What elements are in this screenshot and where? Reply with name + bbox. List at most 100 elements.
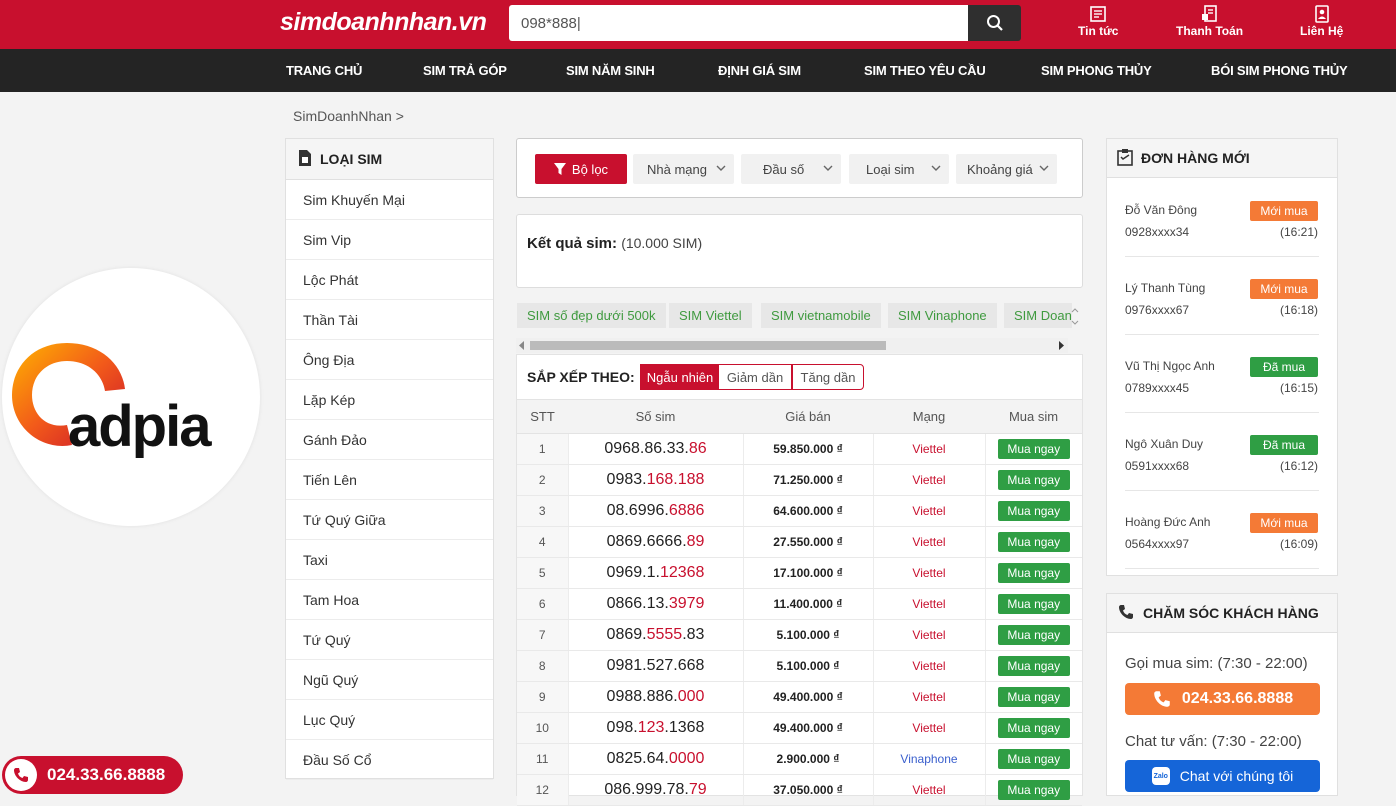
nav-item-birth-year[interactable]: SIM NĂM SINH — [566, 63, 655, 78]
order-item: Hoàng Đức Anh 0564xxxx97 Mới mua (16:09) — [1125, 501, 1319, 569]
buy-now-button[interactable]: Mua ngay — [997, 748, 1070, 769]
nav-item-home[interactable]: TRANG CHỦ — [286, 63, 362, 78]
quick-tag[interactable]: SIM Viettel — [669, 303, 752, 328]
order-status-badge: Mới mua — [1250, 513, 1318, 533]
floating-hotline-button[interactable]: 024.33.66.8888 — [2, 756, 183, 794]
buy-now-button[interactable]: Mua ngay — [997, 531, 1070, 552]
nav-item-installment[interactable]: SIM TRẢ GÓP — [423, 63, 507, 78]
row-stt: 7 — [517, 619, 569, 651]
header-link-news[interactable]: Tin tức — [1078, 4, 1118, 38]
chat-button[interactable]: Zalo Chat với chúng tôi — [1125, 760, 1320, 792]
breadcrumb[interactable]: SimDoanhNhan > — [293, 108, 404, 124]
sidebar-item[interactable]: Tiến Lên — [286, 460, 493, 500]
filter-network-label: Nhà mạng — [647, 161, 707, 177]
row-buy-cell: Mua ngay — [985, 557, 1082, 589]
buy-now-button[interactable]: Mua ngay — [997, 562, 1070, 583]
col-number: Số sim — [568, 400, 743, 434]
row-sim-number[interactable]: 0869.6666.89 — [568, 526, 744, 558]
row-stt: 4 — [517, 526, 569, 558]
phone-support-icon — [1117, 603, 1135, 624]
search-button[interactable] — [968, 5, 1021, 41]
buy-now-button[interactable]: Mua ngay — [997, 438, 1070, 459]
row-price: 27.550.000 ₫ — [743, 526, 874, 558]
row-network: Vinaphone — [873, 743, 986, 775]
sidebar-item[interactable]: Lục Quý — [286, 700, 493, 740]
row-sim-number[interactable]: 098.123.1368 — [568, 712, 744, 744]
scroll-arrows-icon[interactable] — [1071, 307, 1079, 327]
scroll-left-icon[interactable] — [519, 341, 525, 350]
sidebar-item[interactable]: Tứ Quý — [286, 620, 493, 660]
sim-results-panel: SẮP XẾP THEO: Ngẫu nhiên Giảm dần Tăng d… — [516, 354, 1083, 806]
nav-item-feng-shui[interactable]: SIM PHONG THỦY — [1041, 63, 1152, 78]
quick-tag[interactable]: SIM Vinaphone — [888, 303, 997, 328]
new-orders-panel: ĐƠN HÀNG MỚI Đỗ Văn Đông 0928xxxx34 Mới mu… — [1106, 138, 1338, 576]
sort-descending-button[interactable]: Giảm dần — [719, 364, 792, 390]
filter-button[interactable]: Bộ lọc — [535, 154, 627, 184]
order-item: Lý Thanh Tùng 0976xxxx67 Mới mua (16:18) — [1125, 267, 1319, 335]
order-item: Vũ Thị Ngọc Anh 0789xxxx45 Đã mua (16:15) — [1125, 345, 1319, 413]
filter-sim-type-dropdown[interactable]: Loại sim — [849, 154, 949, 184]
row-sim-number[interactable]: 0825.64.0000 — [568, 743, 744, 775]
row-sim-number[interactable]: 0869.5555.83 — [568, 619, 744, 651]
sidebar-item[interactable]: Lặp Kép — [286, 380, 493, 420]
table-row: 6 0866.13.3979 11.400.000 ₫ Viettel Mua ngay — [517, 588, 1082, 620]
search-icon — [986, 15, 1003, 31]
sidebar-item[interactable]: Ngũ Quý — [286, 660, 493, 700]
nav-item-valuation[interactable]: ĐỊNH GIÁ SIM — [718, 63, 801, 78]
sidebar-item[interactable]: Ông Địa — [286, 340, 493, 380]
orders-title: ĐƠN HÀNG MỚI — [1141, 150, 1250, 166]
buy-now-button[interactable]: Mua ngay — [997, 717, 1070, 738]
sort-ascending-button[interactable]: Tăng dần — [792, 364, 864, 390]
sidebar-item[interactable]: Sim Khuyến Mại — [286, 180, 493, 220]
number-highlight: 5555 — [646, 625, 683, 643]
nav-item-request[interactable]: SIM THEO YÊU CẦU — [864, 63, 986, 78]
sidebar-item[interactable]: Taxi — [286, 540, 493, 580]
buy-now-button[interactable]: Mua ngay — [997, 624, 1070, 645]
buy-now-button[interactable]: Mua ngay — [997, 779, 1070, 800]
sort-random-button[interactable]: Ngẫu nhiên — [640, 364, 720, 390]
row-sim-number[interactable]: 0969.1.12368 — [568, 557, 744, 589]
number-prefix: 098. — [606, 718, 638, 736]
sidebar-item[interactable]: Tứ Quý Giữa — [286, 500, 493, 540]
call-hotline-button[interactable]: 024.33.66.8888 — [1125, 683, 1320, 715]
sidebar-item[interactable]: Thần Tài — [286, 300, 493, 340]
row-network: Viettel — [873, 433, 986, 465]
row-price: 5.100.000 ₫ — [743, 650, 874, 682]
row-sim-number[interactable]: 0983.168.188 — [568, 464, 744, 496]
row-sim-number[interactable]: 0866.13.3979 — [568, 588, 744, 620]
row-sim-number[interactable]: 0981.527.668 — [568, 650, 744, 682]
site-logo[interactable]: simdoanhnhan.vn — [280, 8, 487, 37]
scrollbar-thumb[interactable] — [530, 341, 886, 350]
buy-now-button[interactable]: Mua ngay — [997, 469, 1070, 490]
row-stt: 3 — [517, 495, 569, 527]
quick-tag[interactable]: SIM vietnamobile — [761, 303, 881, 328]
adpia-logo-text: adpia — [68, 394, 211, 459]
quick-tag[interactable]: SIM Doanh — [1004, 303, 1072, 328]
quick-tag[interactable]: SIM số đẹp dưới 500k — [517, 303, 666, 328]
horizontal-scrollbar[interactable] — [516, 338, 1068, 353]
sidebar-item[interactable]: Đầu Số Cổ — [286, 740, 493, 780]
buy-now-button[interactable]: Mua ngay — [997, 593, 1070, 614]
buy-now-button[interactable]: Mua ngay — [997, 686, 1070, 707]
row-sim-number[interactable]: 086.999.78.79 — [568, 774, 744, 806]
sidebar-item[interactable]: Gánh Đảo — [286, 420, 493, 460]
buy-now-button[interactable]: Mua ngay — [997, 500, 1070, 521]
nav-item-fortune[interactable]: BÓI SIM PHONG THỦY — [1211, 63, 1348, 78]
row-sim-number[interactable]: 08.6996.6886 — [568, 495, 744, 527]
sidebar-item[interactable]: Sim Vip — [286, 220, 493, 260]
filter-network-dropdown[interactable]: Nhà mạng — [633, 154, 734, 184]
search-input[interactable] — [509, 5, 968, 41]
scroll-right-icon[interactable] — [1058, 341, 1064, 350]
buy-now-button[interactable]: Mua ngay — [997, 655, 1070, 676]
number-prefix: 0869.6666. — [606, 532, 687, 550]
row-network: Viettel — [873, 712, 986, 744]
row-sim-number[interactable]: 0988.886.000 — [568, 681, 744, 713]
row-sim-number[interactable]: 0968.86.33.86 — [568, 433, 744, 465]
sidebar-item[interactable]: Tam Hoa — [286, 580, 493, 620]
filter-price-range-dropdown[interactable]: Khoảng giá — [956, 154, 1057, 184]
filter-prefix-dropdown[interactable]: Đầu số — [741, 154, 841, 184]
header-link-payment[interactable]: Thanh Toán — [1176, 4, 1243, 38]
sim-type-sidebar: LOẠI SIM Sim Khuyến Mại Sim Vip Lộc Phát… — [285, 138, 494, 780]
header-link-contact[interactable]: Liên Hệ — [1300, 4, 1343, 38]
sidebar-item[interactable]: Lộc Phát — [286, 260, 493, 300]
